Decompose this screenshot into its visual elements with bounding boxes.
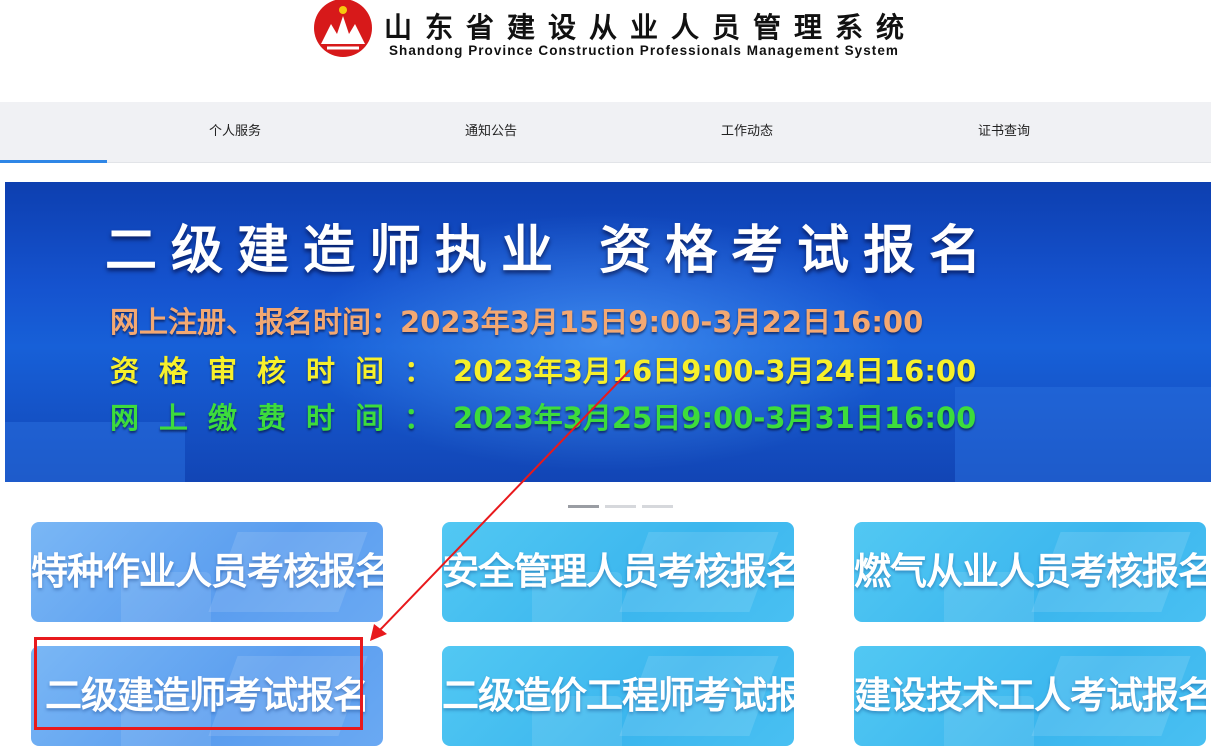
nav-certificate-query[interactable]: 证书查询 (924, 102, 1084, 162)
card-second-class-cost-engineer[interactable]: 二级造价工程师考试报名 (442, 646, 794, 746)
carousel-dot[interactable] (642, 505, 673, 508)
review-label: 资格审核时间： (110, 354, 454, 388)
carousel-indicators (568, 493, 679, 512)
card-construction-workers[interactable]: 建设技术工人考试报名 (854, 646, 1206, 746)
nav-personal-service[interactable]: 个人服务 (155, 102, 315, 162)
card-gas-practitioners[interactable]: 燃气从业人员考核报名 (854, 522, 1206, 622)
card-special-operations[interactable]: 特种作业人员考核报名 (31, 522, 383, 622)
card-label: 燃气从业人员考核报名 (854, 550, 1206, 593)
payment-value: 2023年3月25日9:00-3月31日16:00 (453, 401, 977, 435)
banner-title: 二级建造师执业 资格考试报名 (105, 221, 996, 281)
shandong-logo-icon (314, 0, 372, 57)
nav-work-news[interactable]: 工作动态 (667, 102, 827, 162)
card-safety-management[interactable]: 安全管理人员考核报名 (442, 522, 794, 622)
banner-payment-time: 网上缴费时间：2023年3月25日9:00-3月31日16:00 (110, 395, 976, 437)
registration-label: 网上注册、报名时间： (110, 305, 401, 339)
card-label: 二级造价工程师考试报名 (442, 674, 794, 717)
main-nav: 个人服务 通知公告 工作动态 证书查询 (0, 102, 1211, 163)
banner-registration-time: 网上注册、报名时间：2023年3月15日9:00-3月22日16:00 (110, 299, 923, 341)
site-header: 山东省建设从业人员管理系统 Shandong Province Construc… (0, 0, 1211, 102)
card-label: 特种作业人员考核报名 (31, 550, 383, 593)
system-title-en: Shandong Province Construction Professio… (389, 43, 899, 58)
registration-value: 2023年3月15日9:00-3月22日16:00 (400, 305, 924, 339)
highlight-box (34, 637, 363, 730)
nav-active-indicator (0, 160, 107, 163)
banner-review-time: 资格审核时间：2023年3月16日9:00-3月24日16:00 (110, 348, 976, 390)
carousel-dot[interactable] (568, 505, 599, 508)
nav-notices[interactable]: 通知公告 (411, 102, 571, 162)
system-title: 山东省建设从业人员管理系统 (384, 11, 918, 44)
payment-label: 网上缴费时间： (110, 401, 454, 435)
banner-skyline (955, 387, 1211, 482)
carousel-dot[interactable] (605, 505, 636, 508)
review-value: 2023年3月16日9:00-3月24日16:00 (453, 354, 977, 388)
banner-slide[interactable]: 二级建造师执业 资格考试报名 网上注册、报名时间：2023年3月15日9:00-… (5, 182, 1211, 482)
card-label: 安全管理人员考核报名 (442, 550, 794, 593)
card-label: 建设技术工人考试报名 (854, 674, 1206, 717)
